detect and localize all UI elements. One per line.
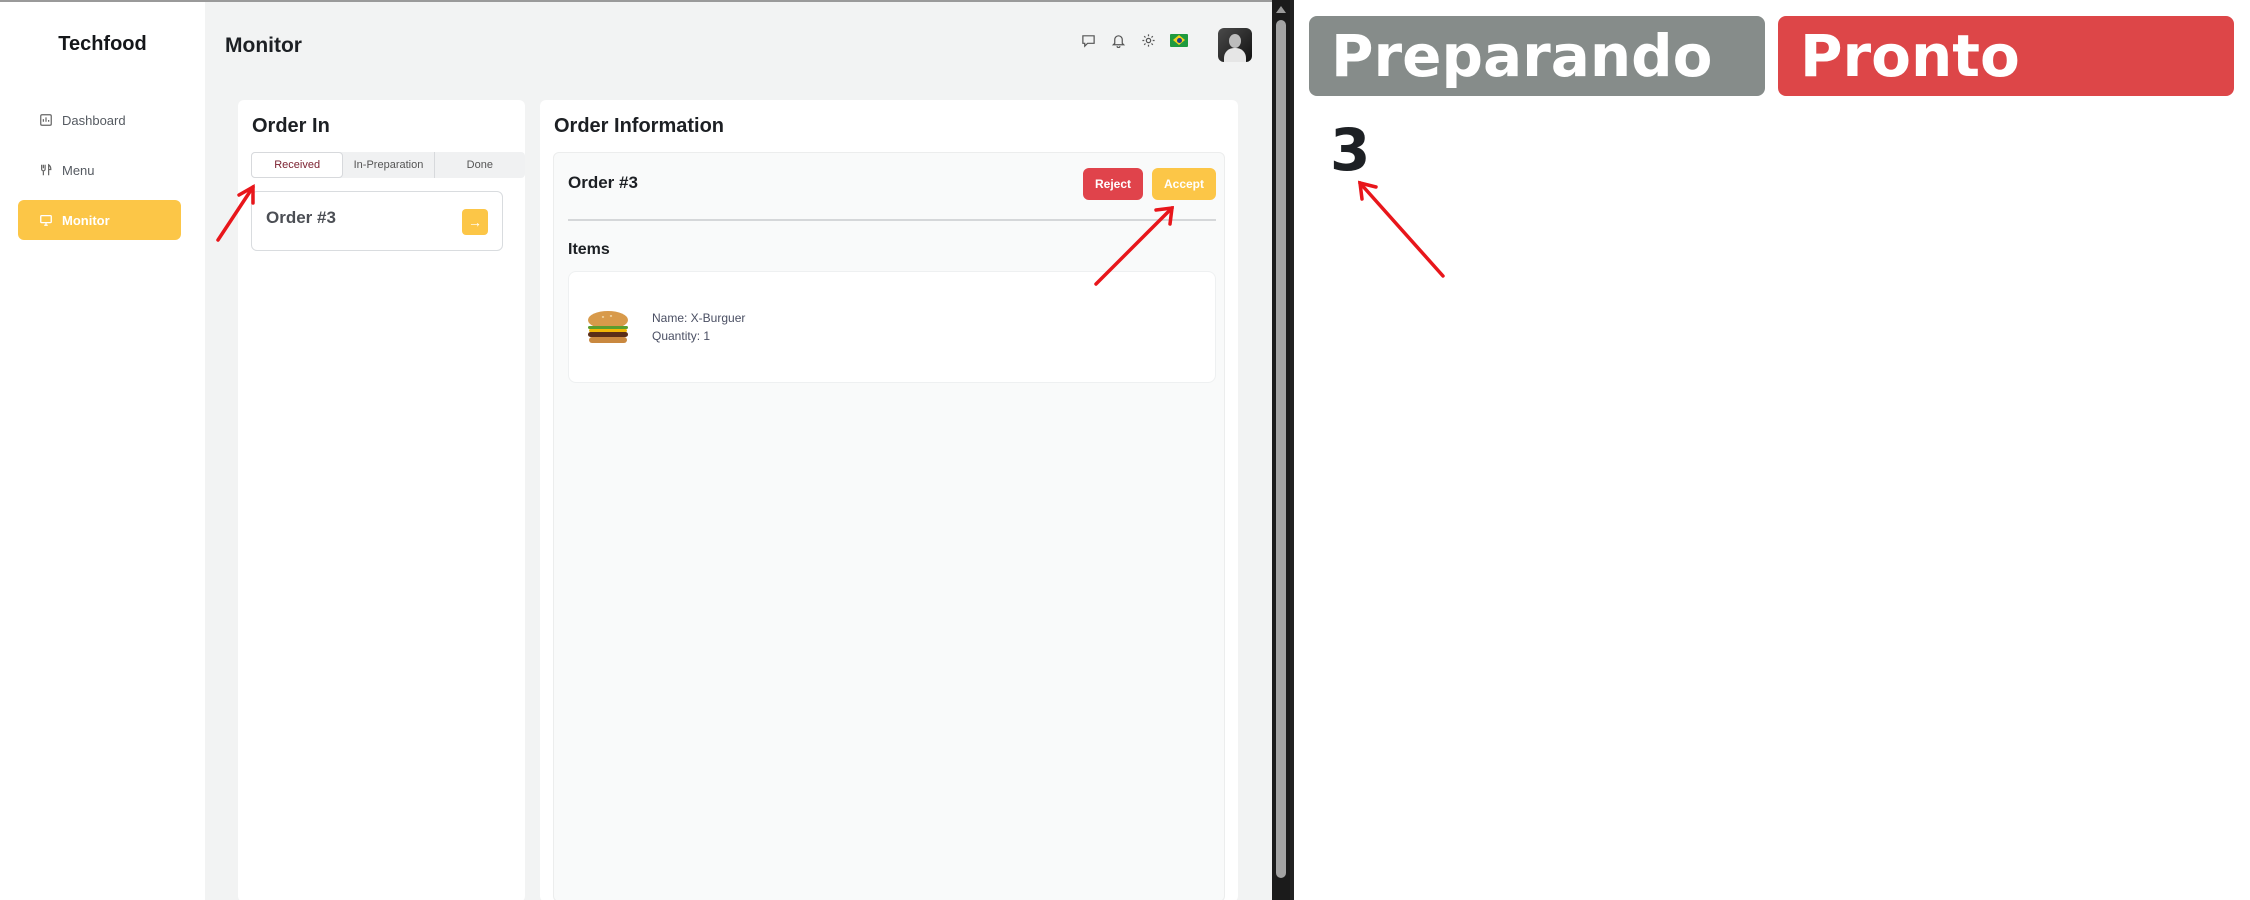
bell-icon[interactable]	[1110, 32, 1126, 48]
item-details: Name: X-Burguer Quantity: 1	[652, 309, 745, 345]
pronto-header: Pronto	[1778, 16, 2234, 96]
order-in-title: Order In	[252, 115, 330, 137]
preparing-order-number: 3	[1330, 116, 1371, 184]
header-actions	[1080, 32, 1188, 48]
tab-in-preparation[interactable]: In-Preparation	[343, 152, 435, 178]
scroll-thumb[interactable]	[1276, 20, 1286, 878]
list-item: Name: X-Burguer Quantity: 1	[568, 271, 1216, 383]
brand-logo: Techfood	[58, 33, 147, 55]
avatar[interactable]	[1218, 28, 1252, 62]
dashboard-icon	[38, 112, 54, 128]
utensils-icon	[38, 162, 54, 178]
chat-icon[interactable]	[1080, 32, 1096, 48]
burger-image	[588, 311, 628, 343]
scroll-up-icon[interactable]	[1276, 6, 1286, 13]
sidebar-item-menu[interactable]: Menu	[18, 150, 181, 190]
order-detail-label: Order #3	[568, 173, 638, 192]
sidebar-item-monitor[interactable]: Monitor	[18, 200, 181, 240]
order-detail-card: Order #3 Reject Accept Items Name: X-Bur…	[553, 152, 1225, 900]
order-card-label: Order #3	[266, 208, 336, 227]
sidebar-item-label: Monitor	[62, 212, 110, 228]
item-name: Name: X-Burguer	[652, 311, 746, 325]
sidebar-item-dashboard[interactable]: Dashboard	[18, 100, 181, 140]
scrollbar[interactable]	[1272, 0, 1290, 900]
order-in-panel: Order In Received In-Preparation Done Or…	[238, 100, 525, 900]
items-title: Items	[568, 241, 610, 258]
sidebar-item-label: Menu	[62, 162, 95, 178]
order-status-tabs: Received In-Preparation Done	[251, 152, 525, 178]
order-information-panel: Order Information Order #3 Reject Accept…	[540, 100, 1238, 900]
techfood-app: Techfood Dashboard Menu Monitor Monitor	[0, 0, 1272, 900]
gear-icon[interactable]	[1140, 32, 1156, 48]
page-title: Monitor	[225, 34, 302, 57]
order-information-title: Order Information	[554, 115, 725, 137]
tab-received[interactable]: Received	[251, 152, 344, 178]
reject-button[interactable]: Reject	[1083, 168, 1143, 200]
brazil-flag-icon[interactable]	[1170, 33, 1188, 47]
sidebar: Techfood Dashboard Menu Monitor	[0, 2, 205, 900]
arrow-right-icon[interactable]: →	[462, 209, 488, 235]
order-card[interactable]: Order #3 →	[251, 191, 503, 251]
monitor-icon	[38, 212, 54, 228]
divider	[568, 219, 1216, 221]
tab-done[interactable]: Done	[435, 152, 525, 178]
preparando-header: Preparando	[1309, 16, 1765, 96]
accept-button[interactable]: Accept	[1152, 168, 1216, 200]
sidebar-item-label: Dashboard	[62, 112, 126, 128]
item-quantity: Quantity: 1	[652, 329, 711, 343]
order-status-display: Preparando Pronto 3	[1294, 0, 2250, 900]
